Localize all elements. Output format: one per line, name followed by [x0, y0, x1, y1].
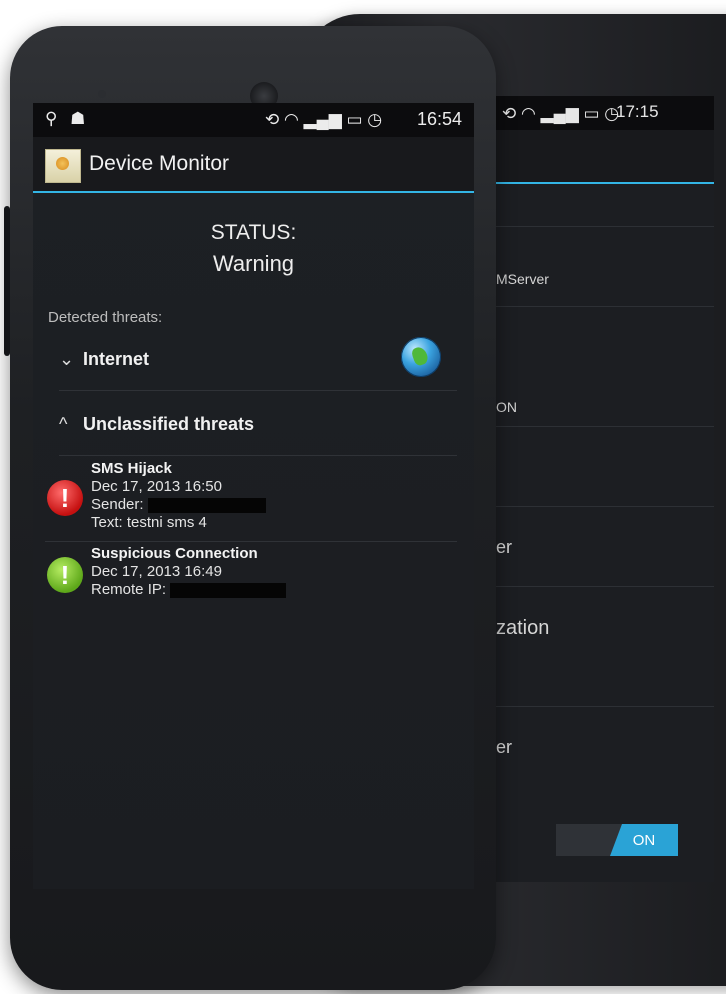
redacted-block — [147, 497, 266, 513]
back-status-bar: ⟲ ◠ ▂▄▆ ▭ ◷ 17:15 — [474, 96, 714, 130]
app-logo-icon[interactable] — [45, 149, 81, 183]
group-unclassified-threats[interactable]: ^ Unclassified threats — [59, 414, 459, 435]
back-status-time: 17:15 — [616, 102, 659, 121]
action-bar: Device Monitor — [33, 137, 474, 193]
threat-name: Suspicious Connection — [91, 545, 258, 562]
chevron-up-icon: ^ — [59, 414, 68, 434]
status-bar: ⚲ ☗ ⟲ ◠ ▂▄▆ ▭ ◷ 16:54 — [33, 103, 474, 137]
back-row-label: er — [496, 537, 513, 557]
app-title: Device Monitor — [89, 152, 230, 175]
status-label: STATUS: — [210, 221, 297, 244]
back-settings-row[interactable]: er — [474, 506, 714, 587]
back-settings-row[interactable]: er — [474, 706, 714, 787]
threat-detail: Text: testni sms 4 — [91, 514, 207, 531]
back-phone-screen: ⟲ ◠ ▂▄▆ ▭ ◷ 17:15 MServer ON er zation e… — [474, 96, 714, 882]
usb-debug-icons: ⚲ ☗ — [45, 109, 90, 128]
side-button[interactable] — [4, 206, 10, 356]
back-status-icons: ⟲ ◠ ▂▄▆ ▭ ◷ — [502, 104, 620, 123]
camera-icon — [98, 90, 106, 98]
back-settings-row[interactable]: ON — [474, 306, 714, 427]
front-phone-screen: ⚲ ☗ ⟲ ◠ ▂▄▆ ▭ ◷ 16:54 Device Monitor STA… — [33, 103, 474, 889]
group-label: Internet — [83, 349, 150, 369]
redacted-block — [170, 582, 287, 598]
list-item-sms-hijack[interactable]: ! SMS Hijack Dec 17, 2013 16:50 Sender: … — [45, 460, 465, 540]
threat-time: Dec 17, 2013 16:49 — [91, 563, 222, 580]
divider — [45, 541, 457, 542]
status-time: 16:54 — [417, 109, 463, 129]
threat-name: SMS Hijack — [91, 460, 172, 477]
group-internet[interactable]: ⌄ Internet — [59, 349, 459, 370]
back-action-bar — [474, 130, 714, 184]
status-icons: ⟲ ◠ ▂▄▆ ▭ ◷ — [265, 110, 383, 129]
toggle-on-label: ON — [610, 824, 678, 856]
globe-icon — [401, 337, 441, 377]
back-row-label: zation — [496, 617, 550, 639]
red-alert-icon: ! — [47, 480, 83, 516]
green-alert-icon: ! — [47, 557, 83, 593]
back-toggle-switch[interactable]: ON — [556, 824, 678, 856]
threat-detail: Sender: — [91, 496, 144, 513]
back-row-label: MServer — [496, 271, 549, 287]
threat-detail: Remote IP: — [91, 581, 167, 598]
detected-threats-label: Detected threats: — [48, 309, 163, 326]
list-item-suspicious-connection[interactable]: ! Suspicious Connection Dec 17, 2013 16:… — [45, 545, 465, 611]
back-settings-row[interactable] — [474, 426, 714, 507]
back-settings-row[interactable]: MServer — [474, 226, 714, 307]
back-row-label: er — [496, 737, 513, 757]
divider — [59, 455, 457, 456]
chevron-down-icon: ⌄ — [59, 349, 75, 369]
back-row-label: ON — [496, 399, 517, 415]
status-value: Warning — [212, 251, 295, 276]
back-settings-row[interactable]: zation — [474, 586, 714, 707]
threat-time: Dec 17, 2013 16:50 — [91, 478, 222, 495]
divider — [59, 390, 457, 391]
group-label: Unclassified threats — [83, 414, 255, 434]
